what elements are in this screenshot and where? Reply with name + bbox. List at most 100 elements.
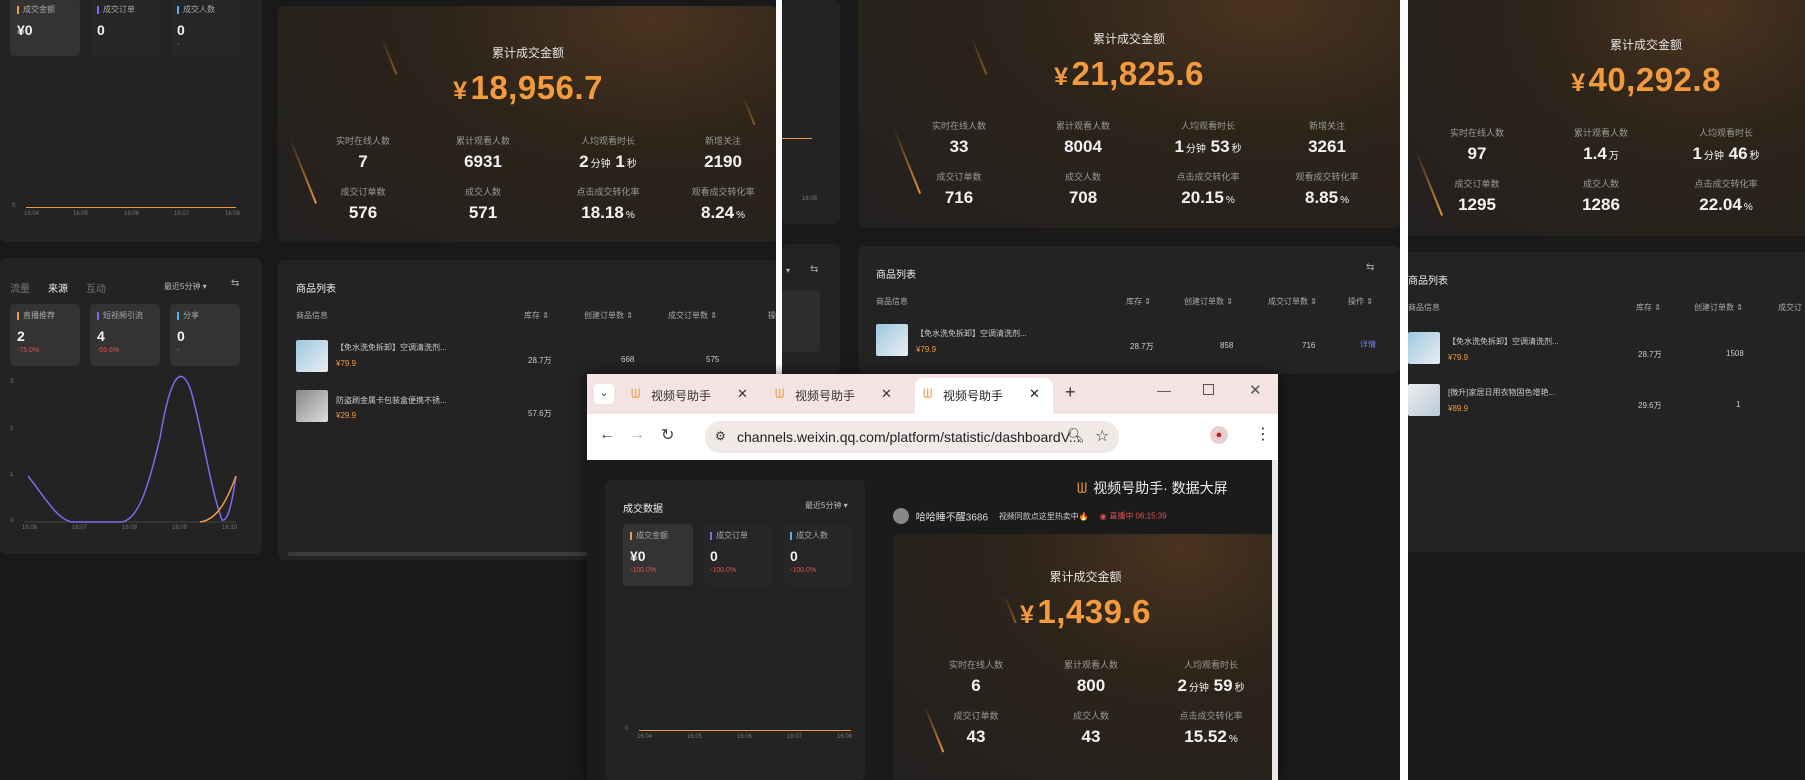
chart-x-tick: 16:04 [24,211,40,217]
reload-icon[interactable]: ↻ [661,425,674,445]
product-thumb [296,390,328,422]
light-streak [288,138,318,204]
chart-x-tick: 16:07 [787,734,803,740]
browser-tab[interactable]: ᗯ 视频号助手 ✕ [627,380,757,408]
range-select[interactable]: 最近5分钟 ▾ [805,500,848,511]
stat-new-follow: 新增关注 3261 [1308,121,1346,156]
tab-search-button[interactable]: ⌄ [594,384,614,404]
middle-dashboard-window: 16:08 ▾ ⇆ 累计成交金额 ¥21,825.6 实时在线人数 33 累计观看… [782,0,1400,374]
close-icon[interactable]: ✕ [737,386,748,402]
chart-baseline [26,207,236,208]
minimize-icon[interactable]: — [1157,382,1171,398]
product-thumb [296,340,328,372]
stat-orders: 成交订单数 716 [936,172,982,207]
kpi-deal-orders[interactable]: 成交订单 0 [90,0,160,56]
col-header[interactable]: 库存 ⇕ [1636,302,1661,313]
kpi-deal-users[interactable]: 成交人数 0 -100.0% [783,524,853,586]
deal-data-title: 成交数据 [623,504,663,515]
stat-online: 实时在线人数 7 [335,136,390,171]
kpi-deal-amount[interactable]: 成交金额 ¥0 -100.0% [623,524,693,586]
chart-x-tick: 16:08 [837,734,853,740]
browser-tab[interactable]: ᗯ 视频号助手 ✕ [771,380,901,408]
stat-viewers: 累计观看人数 800 [1063,660,1118,695]
forward-icon[interactable]: → [629,426,645,444]
x-tick: 16:07 [72,525,88,531]
maximize-icon[interactable] [1203,384,1214,395]
edge-chart-line [782,138,812,139]
new-tab-icon[interactable]: + [1065,382,1076,403]
col-header: 操 [768,311,776,320]
toolbar: ← → ↻ ⚙ channels.weixin.qq.com/platform/… [587,414,1278,460]
col-header: 成交订 [1778,303,1802,312]
kpi-deal-orders[interactable]: 成交订单 0 -100.0% [703,524,773,586]
stat-view-conv: 观看成交转化率 8.24% [691,187,755,222]
product-name[interactable]: 防盗刷金属卡包装盒便携不锈... [336,395,447,406]
col-header[interactable]: 创建订单数 ⇕ [584,310,633,321]
stat-buyers: 成交人数 1286 [1582,179,1620,214]
source-line-chart [24,375,237,523]
close-window-icon[interactable]: ✕ [1249,381,1262,399]
stat-view-conv: 观看成交转化率 8.85% [1295,172,1359,207]
edge-chart-card: 16:08 [782,0,840,224]
avatar [893,508,909,524]
stat-click-conv: 点击成交转化率 15.52% [1179,711,1243,746]
page-content: 成交数据 最近5分钟 ▾ 成交金额 ¥0 -100.0% 成交订单 0 -100… [587,460,1278,780]
product-name[interactable]: 【免水洗免拆卸】空调清洗剂... [1448,336,1559,347]
stat-watch-time: 人均观看时长 2 分钟 1秒 [579,136,637,171]
kpi-deal-users[interactable]: 成交人数 0 - [170,0,240,56]
browser-tab-active[interactable]: ᗯ 视频号助手 ✕ [915,378,1053,414]
back-icon[interactable]: ← [599,426,615,444]
product-stock: 57.6万 [528,409,552,418]
product-name[interactable]: 【免水洗免拆卸】空调清洗剂... [916,328,1027,339]
col-header[interactable]: 创建订单数 ⇕ [1184,296,1233,307]
chart-x-tick: 16:07 [174,211,190,217]
url-text[interactable]: channels.weixin.qq.com/platform/statisti… [737,429,1080,445]
page-scrollbar[interactable] [1272,460,1278,780]
product-thumb [1408,384,1440,416]
address-bar[interactable]: ⚙ channels.weixin.qq.com/platform/statis… [705,421,1119,453]
total-amount: ¥21,825.6 [1054,55,1204,92]
settings-icon[interactable]: ⇆ [1366,262,1374,273]
kpi-deal-amount[interactable]: 成交金额 ¥0 [10,0,80,56]
product-list-card: 商品列表 ⇆ 商品信息 库存 ⇕ 创建订单数 ⇕ 成交订单数 ⇕ 操作 ⇕ 【免… [858,246,1400,374]
stat-buyers: 成交人数 43 [1072,711,1109,746]
x-tick: 16:06 [22,525,38,531]
zoom-icon[interactable]: 🔍︎ [1067,427,1085,444]
col-header[interactable]: 创建订单数 ⇕ [1694,302,1743,313]
channels-logo-icon: ᗯ [923,386,933,401]
profile-avatar[interactable]: ● [1210,426,1228,444]
stat-orders: 成交订单数 43 [953,711,999,746]
product-list-title: 商品列表 [1408,276,1448,287]
product-done: 575 [706,355,720,364]
chart-x-tick: 16:06 [124,211,140,217]
total-amount: ¥1,439.6 [1019,593,1151,630]
site-info-icon[interactable]: ⚙ [715,429,726,443]
edge-kpi-box [782,290,820,352]
deal-data-card: 成交数据 最近5分钟 ▾ 成交金额 ¥0 -100.0% 成交订单 0 -100… [605,480,865,780]
product-name[interactable]: 【免水洗免拆卸】空调清洗剂... [336,342,447,353]
deal-data-card: 成交金额 ¥0 成交订单 0 成交人数 0 - 0 16:04 16:05 16… [0,0,262,242]
close-icon[interactable]: ✕ [1029,386,1040,402]
stat-viewers: 累计观看人数 6931 [455,136,510,171]
channels-logo-icon: ᗯ [631,386,641,401]
col-header[interactable]: 库存 ⇕ [524,310,549,321]
stat-online: 实时在线人数 97 [1449,128,1504,163]
close-icon[interactable]: ✕ [881,386,892,402]
range-select[interactable]: ▾ [786,266,790,275]
bookmark-star-icon[interactable]: ☆ [1095,426,1109,446]
more-menu-icon[interactable]: ⋮ [1255,424,1271,444]
edge-range-card: ▾ ⇆ [782,244,840,374]
settings-icon[interactable]: ⇆ [810,264,818,275]
product-stock: 28.7万 [528,356,552,365]
col-header[interactable]: 成交订单数 ⇕ [668,310,717,321]
total-amount-card: 累计成交金额 ¥18,956.7 实时在线人数 7 累计观看人数 6931 人均观看… [278,6,776,242]
brand-header: ᗯ 视频号助手· 数据大屏 [1077,480,1228,496]
col-header[interactable]: 成交订单数 ⇕ [1268,296,1317,307]
product-name[interactable]: [微升]家居日用衣物固色增艳... [1448,387,1555,398]
col-header[interactable]: 库存 ⇕ [1126,296,1151,307]
product-list-card: 商品列表 商品信息 库存 ⇕ 创建订单数 ⇕ 成交订 【免水洗免拆卸】空调清洗剂… [1408,252,1805,552]
product-created: 858 [1220,341,1234,350]
product-detail-link[interactable]: 详情 [1360,339,1376,350]
product-thumb [1408,332,1440,364]
right-dashboard-window: 累计成交金额 ¥40,292.8 实时在线人数 97 累计观看人数 1.4 万 人均观… [1408,0,1805,780]
